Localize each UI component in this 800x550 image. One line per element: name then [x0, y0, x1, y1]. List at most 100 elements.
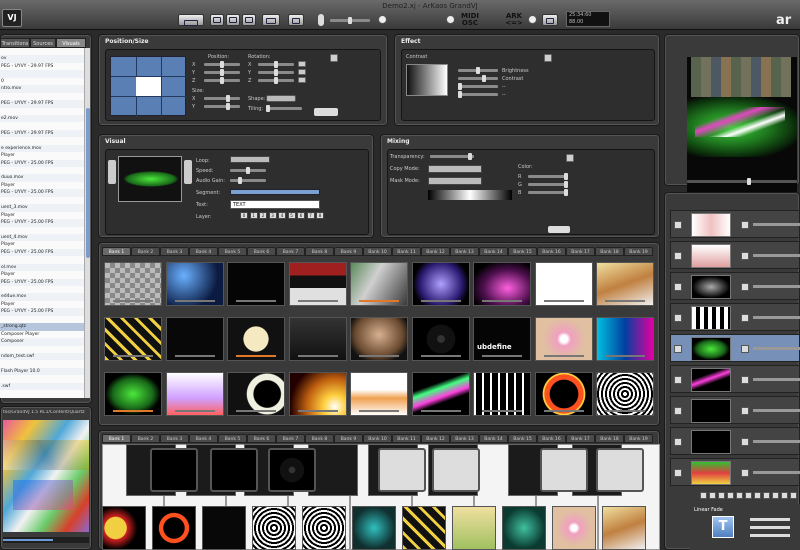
- visual-cell[interactable]: [288, 262, 347, 306]
- file-list-item[interactable]: [0, 70, 84, 78]
- keyboard-visual-cell[interactable]: [102, 506, 146, 550]
- bank-tab[interactable]: Bank 11: [392, 434, 421, 443]
- position-frame[interactable]: [136, 77, 161, 96]
- bank-tab[interactable]: Bank 7: [276, 434, 305, 443]
- layout-grid-button[interactable]: [178, 14, 204, 26]
- keyboard-visual-cell[interactable]: [452, 506, 496, 550]
- bank-tab[interactable]: Bank 11: [392, 247, 421, 256]
- transition-button[interactable]: [727, 492, 734, 499]
- visual-cell[interactable]: [473, 372, 531, 416]
- file-list-item[interactable]: Composer Player: [0, 331, 84, 338]
- bank-tab[interactable]: Bank 16: [537, 434, 566, 443]
- output-scrub-bar[interactable]: [687, 178, 797, 185]
- rotation-z-button[interactable]: [298, 77, 306, 83]
- visual-cell[interactable]: [165, 262, 224, 306]
- keyboard-visual-cell[interactable]: [602, 506, 646, 550]
- layer-opacity-slider[interactable]: [753, 471, 800, 474]
- bank-tab[interactable]: Bank 14: [479, 434, 508, 443]
- layer-button[interactable]: 6: [297, 212, 305, 219]
- visual-cell[interactable]: [227, 317, 285, 361]
- bank-tab[interactable]: Bank 5: [218, 247, 247, 256]
- bank-tab[interactable]: Bank 13: [450, 434, 479, 443]
- layer-activate-button[interactable]: [674, 252, 682, 260]
- file-list-item[interactable]: [0, 316, 84, 323]
- transparency-slider[interactable]: [430, 153, 474, 160]
- segment-bar[interactable]: [230, 189, 320, 195]
- bank-tab[interactable]: Bank 10: [363, 434, 392, 443]
- tab-transitions[interactable]: Transitions: [0, 38, 30, 48]
- shape-selector[interactable]: [266, 95, 296, 102]
- file-list-item[interactable]: [0, 122, 84, 129]
- visual-cell[interactable]: [473, 262, 531, 306]
- ark-button[interactable]: ARK <=>: [503, 13, 525, 27]
- layer-opacity-slider[interactable]: [753, 378, 800, 381]
- keyboard-slot[interactable]: [210, 448, 258, 492]
- bank-tab[interactable]: Bank 6: [247, 434, 276, 443]
- transition-button[interactable]: [790, 492, 797, 499]
- file-list-item[interactable]: [0, 167, 84, 174]
- file-list-item[interactable]: .swf: [0, 382, 84, 391]
- bank-tab[interactable]: Bank 16: [537, 247, 566, 256]
- layer-opacity-slider[interactable]: [753, 316, 800, 319]
- position-grid[interactable]: [110, 56, 187, 117]
- mask-gradient[interactable]: [428, 190, 512, 200]
- speed-slider[interactable]: [230, 167, 266, 174]
- audio-gain-slider[interactable]: [230, 177, 266, 184]
- file-list-item[interactable]: duuo.mov: [0, 174, 84, 182]
- bank-tab[interactable]: Bank 1: [102, 247, 131, 256]
- bank-tab[interactable]: Bank 4: [189, 434, 218, 443]
- file-list-item[interactable]: ol.mov: [0, 263, 84, 272]
- layer-row[interactable]: [670, 241, 800, 269]
- bank-tab[interactable]: Bank 6: [247, 247, 276, 256]
- visual-next-button[interactable]: [184, 160, 192, 184]
- file-list-item[interactable]: PEG - UYVY - 25.00 FPS: [0, 278, 84, 286]
- layer-toggle-button[interactable]: [741, 376, 749, 384]
- visual-cell[interactable]: [596, 317, 654, 361]
- keyboard-visual-cell[interactable]: [502, 506, 546, 550]
- file-list-item[interactable]: [0, 227, 84, 234]
- layer-opacity-slider[interactable]: [753, 409, 800, 412]
- file-list-item[interactable]: PEG - UYVY - 25.00 FPS: [0, 189, 84, 197]
- layer-opacity-slider[interactable]: [753, 223, 800, 226]
- keyboard-slot[interactable]: [378, 448, 426, 492]
- view-button-1[interactable]: [210, 14, 224, 26]
- bank-tab[interactable]: Bank 15: [508, 247, 537, 256]
- mixing-expand-button[interactable]: [548, 226, 570, 233]
- visual-cell[interactable]: [227, 372, 285, 416]
- visual-cell[interactable]: [165, 372, 224, 416]
- bank-tab[interactable]: Bank 2: [131, 247, 160, 256]
- visual-prev-button[interactable]: [108, 160, 116, 184]
- layer-row[interactable]: [670, 396, 800, 424]
- keyboard-visual-cell[interactable]: [202, 506, 246, 550]
- source-scrub-bar[interactable]: [3, 537, 89, 543]
- file-list-item[interactable]: PEG - UYVY - 25.00 FPS: [0, 308, 84, 316]
- keyboard-slot[interactable]: [268, 448, 316, 492]
- file-list-item[interactable]: [0, 346, 84, 353]
- effect-param3-slider[interactable]: [458, 83, 498, 90]
- file-list-item[interactable]: ntro.mov: [0, 85, 84, 93]
- layer-button[interactable]: 5: [287, 212, 296, 219]
- layer-opacity-slider[interactable]: [753, 254, 800, 257]
- transition-button[interactable]: [754, 492, 761, 499]
- bank-tab[interactable]: Bank 12: [421, 247, 450, 256]
- visual-cell[interactable]: [227, 262, 285, 306]
- file-list-item[interactable]: [0, 93, 84, 100]
- bank-tab[interactable]: Bank 17: [566, 247, 595, 256]
- text-input[interactable]: TEXT: [230, 200, 320, 209]
- bank-tab[interactable]: Bank 8: [305, 434, 334, 443]
- transition-button[interactable]: [763, 492, 770, 499]
- file-list-item[interactable]: uent_4.mov: [0, 233, 84, 242]
- visual-cell[interactable]: [411, 262, 470, 306]
- color-r-slider[interactable]: [528, 173, 568, 180]
- visual-cell[interactable]: [534, 262, 593, 306]
- bank-tab[interactable]: Bank 18: [595, 247, 624, 256]
- keyboard-visual-cell[interactable]: [552, 506, 596, 550]
- visual-cell[interactable]: [534, 372, 593, 416]
- layer-activate-button[interactable]: [674, 376, 682, 384]
- keyboard-slot[interactable]: [432, 448, 480, 492]
- midi-osc-button[interactable]: MIDI OSC: [459, 13, 481, 27]
- position-edit-button[interactable]: [330, 54, 338, 62]
- bank-tab[interactable]: Bank 8: [305, 247, 334, 256]
- layer-toggle-button[interactable]: [741, 314, 749, 322]
- file-list-item[interactable]: Flash Player 10.0: [0, 367, 84, 376]
